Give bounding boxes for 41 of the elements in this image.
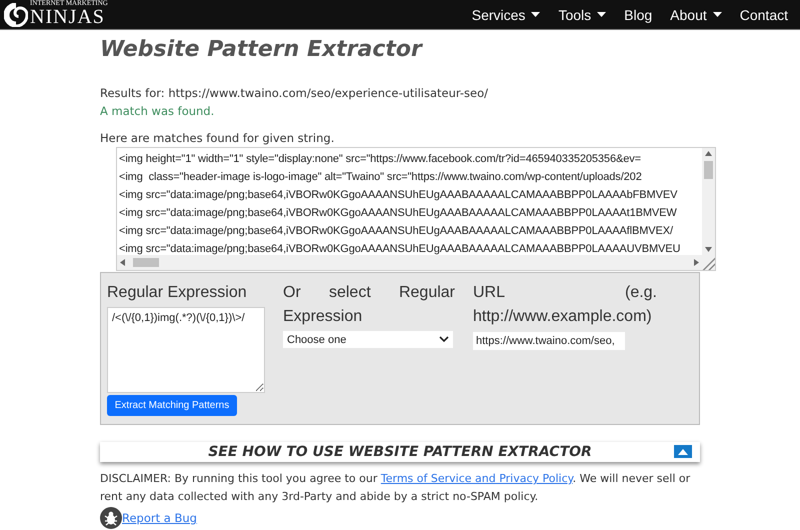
report-bug-link[interactable]: Report a Bug (122, 511, 197, 525)
horizontal-scrollbar[interactable] (117, 255, 702, 270)
page-title: Website Pattern Extractor (100, 36, 424, 64)
nav-link[interactable]: About (670, 6, 722, 22)
scroll-right-icon[interactable] (694, 259, 699, 266)
url-input[interactable]: https://www.twaino.com/seo, (473, 332, 625, 350)
scroll-left-icon[interactable] (120, 259, 125, 266)
select-label: Or select Regular Expression (283, 283, 455, 327)
disclaimer-text: DISCLAIMER: By running this tool you agree to our Terms of Service and Privacy Policy. We will never sell or rent any data collected with any 3rd-Party and abide by a strict no-SPAM policy. (100, 471, 692, 505)
results-for-text: Results for: https://www.twaino.com/seo/experience-utilisateur-seo/ (100, 85, 490, 102)
match-status-text: A match was found. (100, 103, 216, 120)
scroll-thumb[interactable] (704, 161, 713, 179)
caret-up-icon (678, 448, 688, 454)
match-line: <img src="data:image/png;base64,iVBORw0KGgoAAAANSUhEUgAAABAAAAALCAMAAABBPP0LAAAAt1BMVEW (119, 206, 677, 221)
nav-link[interactable]: Blog (624, 6, 652, 22)
match-line: <img height="1" width="1" style="display:none" src="https://www.facebook.com/tr?id=465940335205356&ev= (119, 152, 641, 167)
bug-icon (100, 507, 122, 529)
match-line: <img src="data:image/png;base64,iVBORw0KGgoAAAANSUhEUgAAABAAAAALCAMAAABBPP0LAAAAUVBMVEU (119, 242, 680, 255)
scroll-down-icon[interactable] (705, 247, 712, 252)
terms-link[interactable]: Terms of Service and Privacy Policy (380, 472, 573, 485)
regex-select[interactable]: Choose one (283, 331, 453, 348)
url-label: URL (e.g. http://www.example.com) (473, 283, 657, 327)
regex-label: Regular Expression (107, 283, 248, 303)
match-line: <img src="data:image/png;base64,iVBORw0KGgoAAAANSUhEUgAAABAAAAALCAMAAABBPP0LAAAAflBMVEX/ (119, 224, 673, 239)
regex-textarea[interactable]: /<(\/{0,1})img(.*?)(\/{0,1})\>/ (107, 307, 265, 393)
matches-textarea[interactable] (116, 147, 716, 271)
logo-text: NINJAS (30, 6, 106, 26)
match-line: <img src="data:image/png;base64,iVBORw0KGgoAAAANSUhEUgAAABAAAAALCAMAAABBPP0LAAAAbFBMVEV (119, 188, 678, 203)
scroll-thumb[interactable] (133, 258, 159, 267)
scroll-up-icon[interactable] (705, 151, 712, 156)
nav-link[interactable]: Contact (740, 6, 788, 22)
vertical-scrollbar[interactable] (702, 148, 715, 255)
match-line: <img class="header-image is-logo-image" alt="Twaino" src="https://www.twaino.com/wp-content/uploads/202 (119, 170, 642, 185)
matches-heading: Here are matches found for given string. (100, 130, 336, 147)
chevron-icon (439, 336, 449, 343)
nav-link[interactable]: Services (472, 6, 540, 22)
swirl-logo-icon (4, 2, 28, 26)
toggle-button[interactable] (674, 445, 692, 458)
extract-button[interactable]: Extract Matching Patterns (107, 394, 237, 416)
how-to-title: SEE HOW TO USE WEBSITE PATTERN EXTRACTOR (208, 444, 592, 460)
nav-link[interactable]: Tools (558, 6, 606, 22)
